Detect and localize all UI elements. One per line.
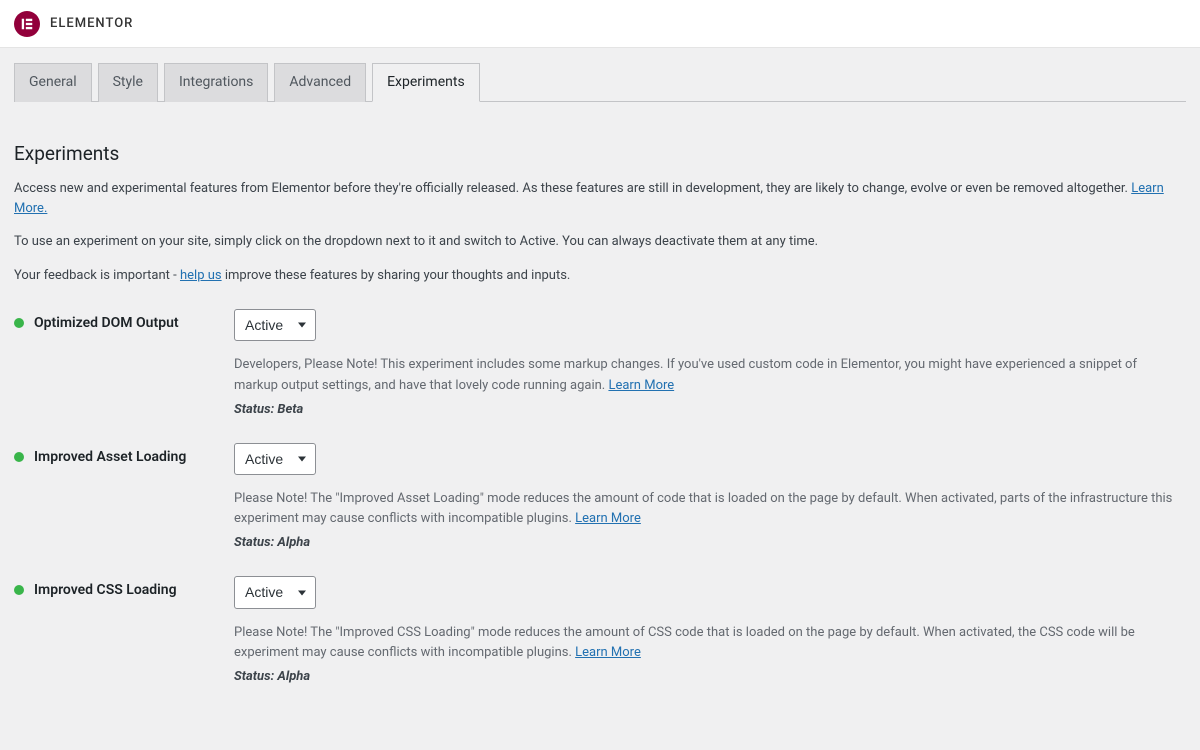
experiment-status-label: Status: Beta <box>234 402 1176 417</box>
learn-more-link[interactable]: Learn More <box>575 645 641 660</box>
experiment-row: Improved CSS Loading Active Please Note! T… <box>14 566 1186 700</box>
help-us-link[interactable]: help us <box>180 268 222 283</box>
experiment-description: Please Note! The "Improved Asset Loading… <box>234 489 1176 529</box>
intro-text-1: Access new and experimental features fro… <box>14 181 1131 196</box>
learn-more-link[interactable]: Learn More <box>575 511 641 526</box>
experiment-control-cell: Active Developers, Please Note! This expe… <box>234 299 1186 433</box>
tab-advanced[interactable]: Advanced <box>274 63 366 102</box>
learn-more-link[interactable]: Learn More <box>608 378 674 393</box>
page-title: Experiments <box>14 142 1186 165</box>
experiment-title: Optimized DOM Output <box>34 315 179 331</box>
experiment-status-select[interactable]: Active <box>234 576 316 608</box>
experiment-description-text: Developers, Please Note! This experiment… <box>234 357 1137 392</box>
experiment-control-cell: Active Please Note! The "Improved CSS Loa… <box>234 566 1186 700</box>
status-dot-icon <box>14 585 24 595</box>
settings-tabs: GeneralStyleIntegrationsAdvancedExperime… <box>14 62 1186 102</box>
status-dot-icon <box>14 318 24 328</box>
experiment-description: Please Note! The "Improved CSS Loading" … <box>234 623 1176 663</box>
experiment-status-label: Status: Alpha <box>234 535 1176 550</box>
intro-text-3a: Your feedback is important - <box>14 268 180 283</box>
experiments-table: Optimized DOM Output Active Developers, Pl… <box>14 299 1186 700</box>
experiment-description: Developers, Please Note! This experiment… <box>234 355 1176 395</box>
status-dot-icon <box>14 452 24 462</box>
experiment-label-cell: Improved CSS Loading <box>14 566 234 700</box>
intro-text-2: To use an experiment on your site, simpl… <box>14 232 1186 252</box>
experiment-row: Optimized DOM Output Active Developers, Pl… <box>14 299 1186 433</box>
tab-general[interactable]: General <box>14 63 92 102</box>
tab-integrations[interactable]: Integrations <box>164 63 268 102</box>
top-bar: ELEMENTOR <box>0 0 1200 48</box>
experiment-description-text: Please Note! The "Improved Asset Loading… <box>234 491 1172 526</box>
experiment-label-cell: Improved Asset Loading <box>14 433 234 567</box>
experiment-status-select[interactable]: Active <box>234 309 316 341</box>
tab-style[interactable]: Style <box>98 63 158 102</box>
experiment-title: Improved Asset Loading <box>34 449 186 465</box>
experiment-row: Improved Asset Loading Active Please Note!… <box>14 433 1186 567</box>
experiment-control-cell: Active Please Note! The "Improved Asset L… <box>234 433 1186 567</box>
experiment-status-label: Status: Alpha <box>234 669 1176 684</box>
intro-text: Access new and experimental features fro… <box>14 179 1186 285</box>
experiment-description-text: Please Note! The "Improved CSS Loading" … <box>234 625 1135 660</box>
intro-text-3b: improve these features by sharing your t… <box>222 268 571 283</box>
experiment-status-select[interactable]: Active <box>234 443 316 475</box>
experiment-label-cell: Optimized DOM Output <box>14 299 234 433</box>
content-area: GeneralStyleIntegrationsAdvancedExperime… <box>0 48 1200 750</box>
elementor-logo-icon <box>14 11 40 37</box>
experiment-title: Improved CSS Loading <box>34 582 177 598</box>
brand-name: ELEMENTOR <box>50 16 133 31</box>
tab-experiments[interactable]: Experiments <box>372 63 480 102</box>
